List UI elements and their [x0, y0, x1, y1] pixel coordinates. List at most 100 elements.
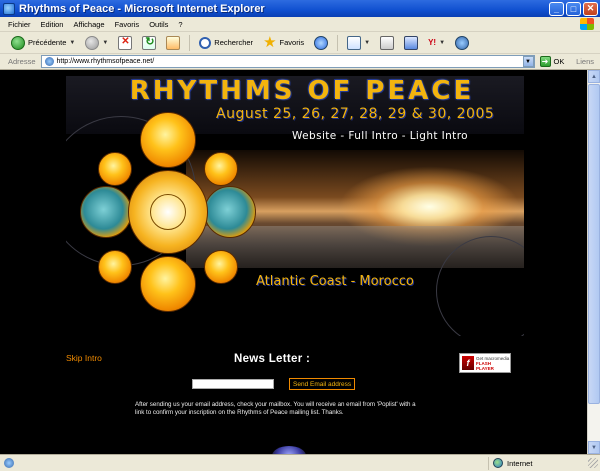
print-button[interactable] [377, 33, 397, 53]
site-title: RHYTHMS OF PEACE [129, 76, 475, 106]
menu-help[interactable]: ? [178, 20, 182, 29]
back-arrow-icon [11, 35, 25, 50]
edit-button[interactable] [401, 33, 421, 53]
website-link[interactable]: Website [292, 130, 337, 142]
page-icon [44, 57, 54, 66]
mandala-orb [204, 152, 238, 186]
flower-of-life-icon [150, 194, 186, 230]
flash-player-badge[interactable]: f Get macromedia FLASH PLAYER [459, 353, 511, 373]
address-bar: Adresse http://www.rhythmsofpeace.net/ ▼… [0, 54, 600, 70]
windows-logo-icon [580, 18, 594, 30]
newsletter-title: News Letter : [234, 353, 311, 365]
mandala-orb [98, 250, 132, 284]
send-email-button[interactable]: Send Email address [289, 378, 356, 390]
minimize-button[interactable]: _ [549, 1, 564, 16]
favorites-button[interactable]: ★ Favoris [260, 33, 307, 53]
address-input[interactable]: http://www.rhythmsofpeace.net/ ▼ [40, 55, 535, 68]
refresh-button[interactable] [139, 33, 159, 53]
close-button[interactable]: ✕ [583, 1, 598, 16]
refresh-icon [142, 35, 157, 50]
scroll-down-icon[interactable]: ▼ [588, 441, 600, 454]
media-icon [314, 35, 329, 50]
mail-button[interactable]: ▼ [344, 33, 373, 53]
toolbar-separator [337, 34, 339, 51]
mandala-orb [140, 256, 196, 312]
toolbar: Précédente ▼ ▼ Rechercher ★ Favoris ▼ Y!… [0, 32, 600, 54]
forward-button[interactable]: ▼ [82, 33, 111, 53]
status-bar: Internet [0, 454, 600, 471]
mail-icon [347, 35, 362, 50]
forward-arrow-icon [85, 35, 100, 50]
menu-edit[interactable]: Edition [41, 20, 64, 29]
light-intro-link[interactable]: Light Intro [410, 130, 468, 142]
mandala-orb [204, 186, 256, 238]
maximize-button[interactable]: □ [566, 1, 581, 16]
bottom-emblem [272, 446, 306, 454]
flash-badge-text: Get macromedia FLASH PLAYER [476, 355, 510, 371]
printer-icon [380, 35, 395, 50]
zone-label: Internet [507, 458, 533, 468]
home-button[interactable] [163, 33, 183, 53]
go-label: OK [553, 57, 565, 66]
search-icon [199, 36, 212, 49]
event-location: Atlantic Coast - Morocco [256, 274, 414, 289]
page-viewport: RHYTHMS OF PEACE August 25, 26, 27, 28, … [0, 70, 600, 454]
scroll-up-icon[interactable]: ▲ [588, 70, 600, 83]
intro-banner: RHYTHMS OF PEACE August 25, 26, 27, 28, … [66, 76, 524, 336]
search-label: Rechercher [214, 38, 254, 47]
address-url[interactable]: http://www.rhythmsofpeace.net/ [57, 58, 523, 65]
scroll-thumb[interactable] [588, 84, 600, 404]
window-title: Rhythms of Peace - Microsoft Internet Ex… [19, 2, 265, 15]
home-icon [166, 35, 181, 50]
media-button[interactable] [311, 33, 331, 53]
flash-icon: f [462, 356, 474, 370]
mandala-center [128, 170, 208, 254]
messenger-icon [455, 35, 470, 50]
go-button[interactable]: ➜ OK [539, 56, 565, 67]
yahoo-button[interactable]: Y! ▼ [425, 33, 448, 53]
intro-links: Website - Full Intro - Light Intro [292, 130, 469, 142]
address-dropdown-icon[interactable]: ▼ [522, 56, 534, 67]
messenger-button[interactable] [452, 33, 472, 53]
mandala-orb [80, 186, 132, 238]
favorites-label: Favoris [279, 38, 305, 47]
links-button[interactable]: Liens [576, 57, 594, 66]
back-button[interactable]: Précédente ▼ [8, 33, 78, 53]
menu-tools[interactable]: Outils [149, 20, 168, 29]
title-bar: Rhythms of Peace - Microsoft Internet Ex… [0, 0, 600, 17]
newsletter-info: After sending us your email address, che… [135, 401, 416, 416]
menu-bar: Fichier Edition Affichage Favoris Outils… [0, 17, 600, 32]
full-intro-link[interactable]: Full Intro [348, 130, 398, 142]
back-label: Précédente [28, 38, 67, 47]
mandala-orb [140, 112, 196, 168]
vertical-scrollbar[interactable]: ▲ ▼ [587, 70, 600, 454]
yahoo-icon: Y! [428, 38, 437, 47]
edit-icon [404, 35, 419, 50]
stop-icon [118, 35, 133, 50]
search-button[interactable]: Rechercher [196, 33, 256, 53]
resize-grip[interactable] [588, 458, 598, 468]
event-dates: August 25, 26, 27, 28, 29 & 30, 2005 [216, 106, 495, 122]
star-icon: ★ [263, 33, 277, 51]
address-label: Adresse [8, 57, 36, 66]
menu-file[interactable]: Fichier [8, 20, 31, 29]
mandala-orb [98, 152, 132, 186]
chevron-down-icon[interactable]: ▼ [102, 40, 108, 46]
go-arrow-icon: ➜ [539, 56, 551, 67]
menu-favorites[interactable]: Favoris [115, 20, 140, 29]
mandala-logo [80, 112, 256, 312]
page-status-icon [4, 458, 14, 468]
window-controls: _ □ ✕ [549, 1, 598, 16]
stop-button[interactable] [115, 33, 135, 53]
mandala-orb [204, 250, 238, 284]
chevron-down-icon[interactable]: ▼ [69, 40, 75, 46]
security-zone: Internet [488, 456, 588, 470]
chevron-down-icon[interactable]: ▼ [439, 40, 445, 46]
email-field[interactable] [192, 379, 274, 389]
menu-view[interactable]: Affichage [73, 20, 104, 29]
skip-intro-link[interactable]: Skip Intro [66, 353, 102, 363]
globe-icon [493, 458, 503, 468]
chevron-down-icon[interactable]: ▼ [364, 40, 370, 46]
ie-icon [3, 2, 15, 15]
toolbar-separator [189, 34, 191, 51]
